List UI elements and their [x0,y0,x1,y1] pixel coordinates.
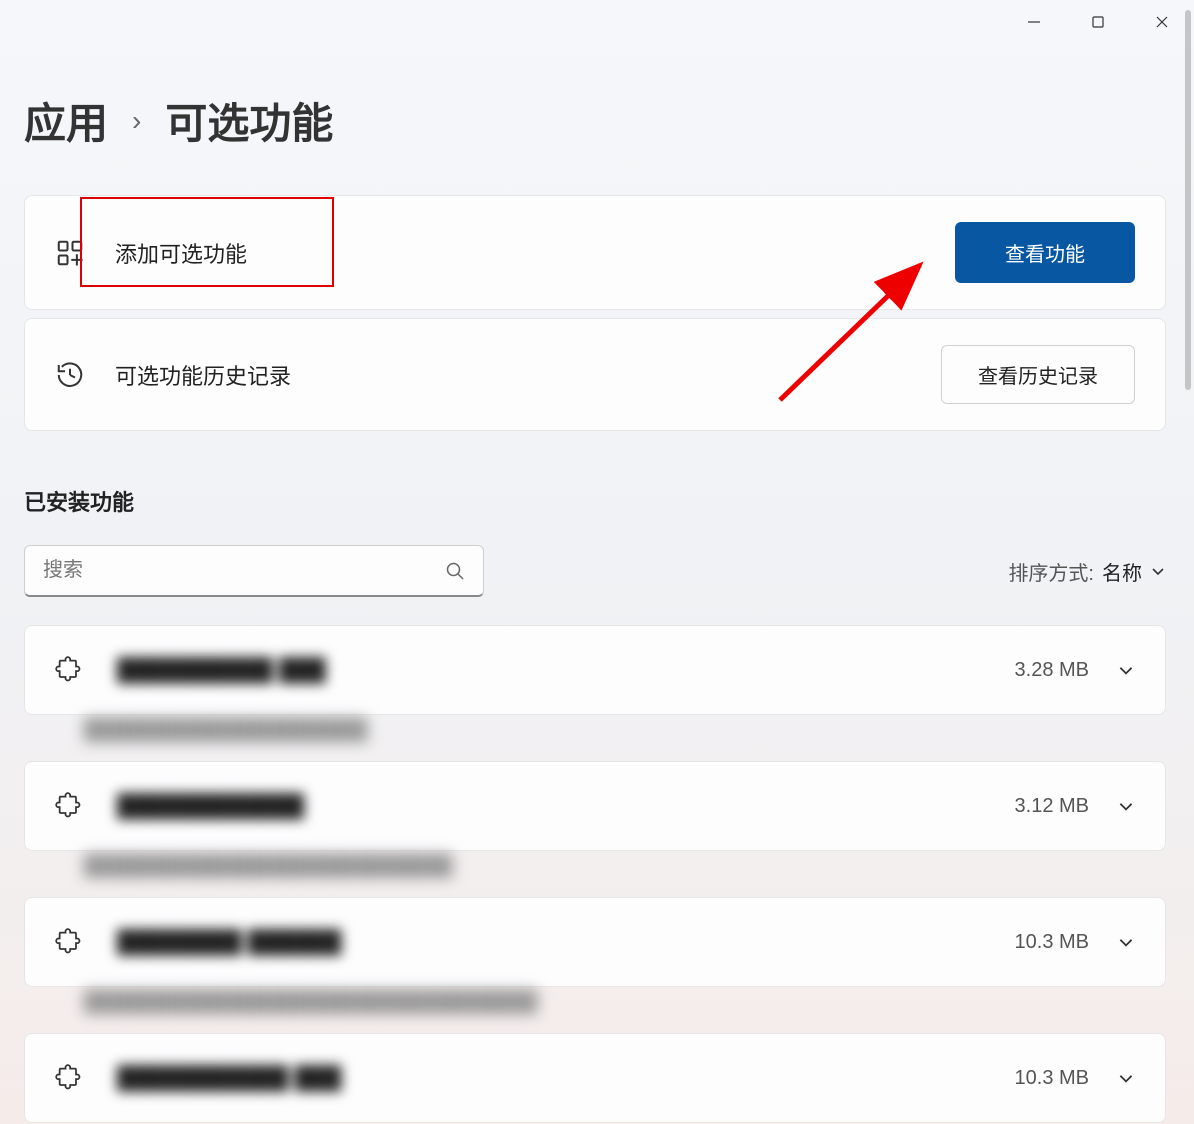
feature-description: ██████████████████████████ [84,855,1166,885]
sort-label: 排序方式: [1008,557,1094,586]
chevron-down-icon [1117,661,1135,679]
puzzle-icon [55,928,83,956]
view-history-button[interactable]: 查看历史记录 [941,345,1135,404]
close-icon [1155,15,1169,29]
sort-value: 名称 [1102,557,1142,586]
chevron-down-icon [1117,797,1135,815]
breadcrumb: 应用 › 可选功能 [24,90,1166,151]
feature-item[interactable]: ████████ ██████ 10.3 MB [24,897,1166,987]
history-title: 可选功能历史记录 [115,359,291,391]
feature-size: 10.3 MB [1015,931,1089,954]
breadcrumb-separator: › [132,105,141,137]
chevron-down-icon [1150,563,1166,579]
feature-item[interactable]: ████████████ 3.12 MB [24,761,1166,851]
puzzle-icon [55,656,83,684]
add-grid-icon [55,238,85,268]
history-icon [55,360,85,390]
feature-name: ████████████ [117,793,304,819]
add-feature-card: 添加可选功能 查看功能 [24,195,1166,310]
feature-item[interactable]: ███████████ ███ 10.3 MB [24,1033,1166,1123]
feature-name: ████████ ██████ [117,929,341,955]
feature-size: 3.28 MB [1015,659,1089,682]
sort-control[interactable]: 排序方式: 名称 [1008,557,1166,586]
minimize-icon [1027,15,1041,29]
feature-name: ██████████ ███ [117,657,326,683]
history-card: 可选功能历史记录 查看历史记录 [24,318,1166,431]
breadcrumb-app[interactable]: 应用 [24,90,108,151]
breadcrumb-current: 可选功能 [165,90,333,151]
view-features-button[interactable]: 查看功能 [955,222,1135,283]
feature-size: 3.12 MB [1015,795,1089,818]
feature-size: 10.3 MB [1015,1067,1089,1090]
feature-name: ███████████ ███ [117,1065,341,1091]
puzzle-icon [55,1064,83,1092]
feature-description: ████████████████████ [84,719,1166,749]
add-feature-title: 添加可选功能 [115,237,247,269]
installed-features-title: 已安装功能 [24,485,1166,517]
feature-description: ████████████████████████████████ [84,991,1166,1021]
maximize-icon [1091,15,1105,29]
window-controls [1002,0,1194,44]
search-box[interactable] [24,545,484,597]
puzzle-icon [55,792,83,820]
chevron-down-icon [1117,1069,1135,1087]
search-icon [445,561,465,581]
feature-list: ██████████ ███ 3.28 MB █████████████████… [24,625,1166,1123]
feature-item[interactable]: ██████████ ███ 3.28 MB [24,625,1166,715]
search-input[interactable] [43,559,445,582]
scrollbar[interactable] [1185,10,1191,390]
maximize-button[interactable] [1066,0,1130,44]
minimize-button[interactable] [1002,0,1066,44]
chevron-down-icon [1117,933,1135,951]
